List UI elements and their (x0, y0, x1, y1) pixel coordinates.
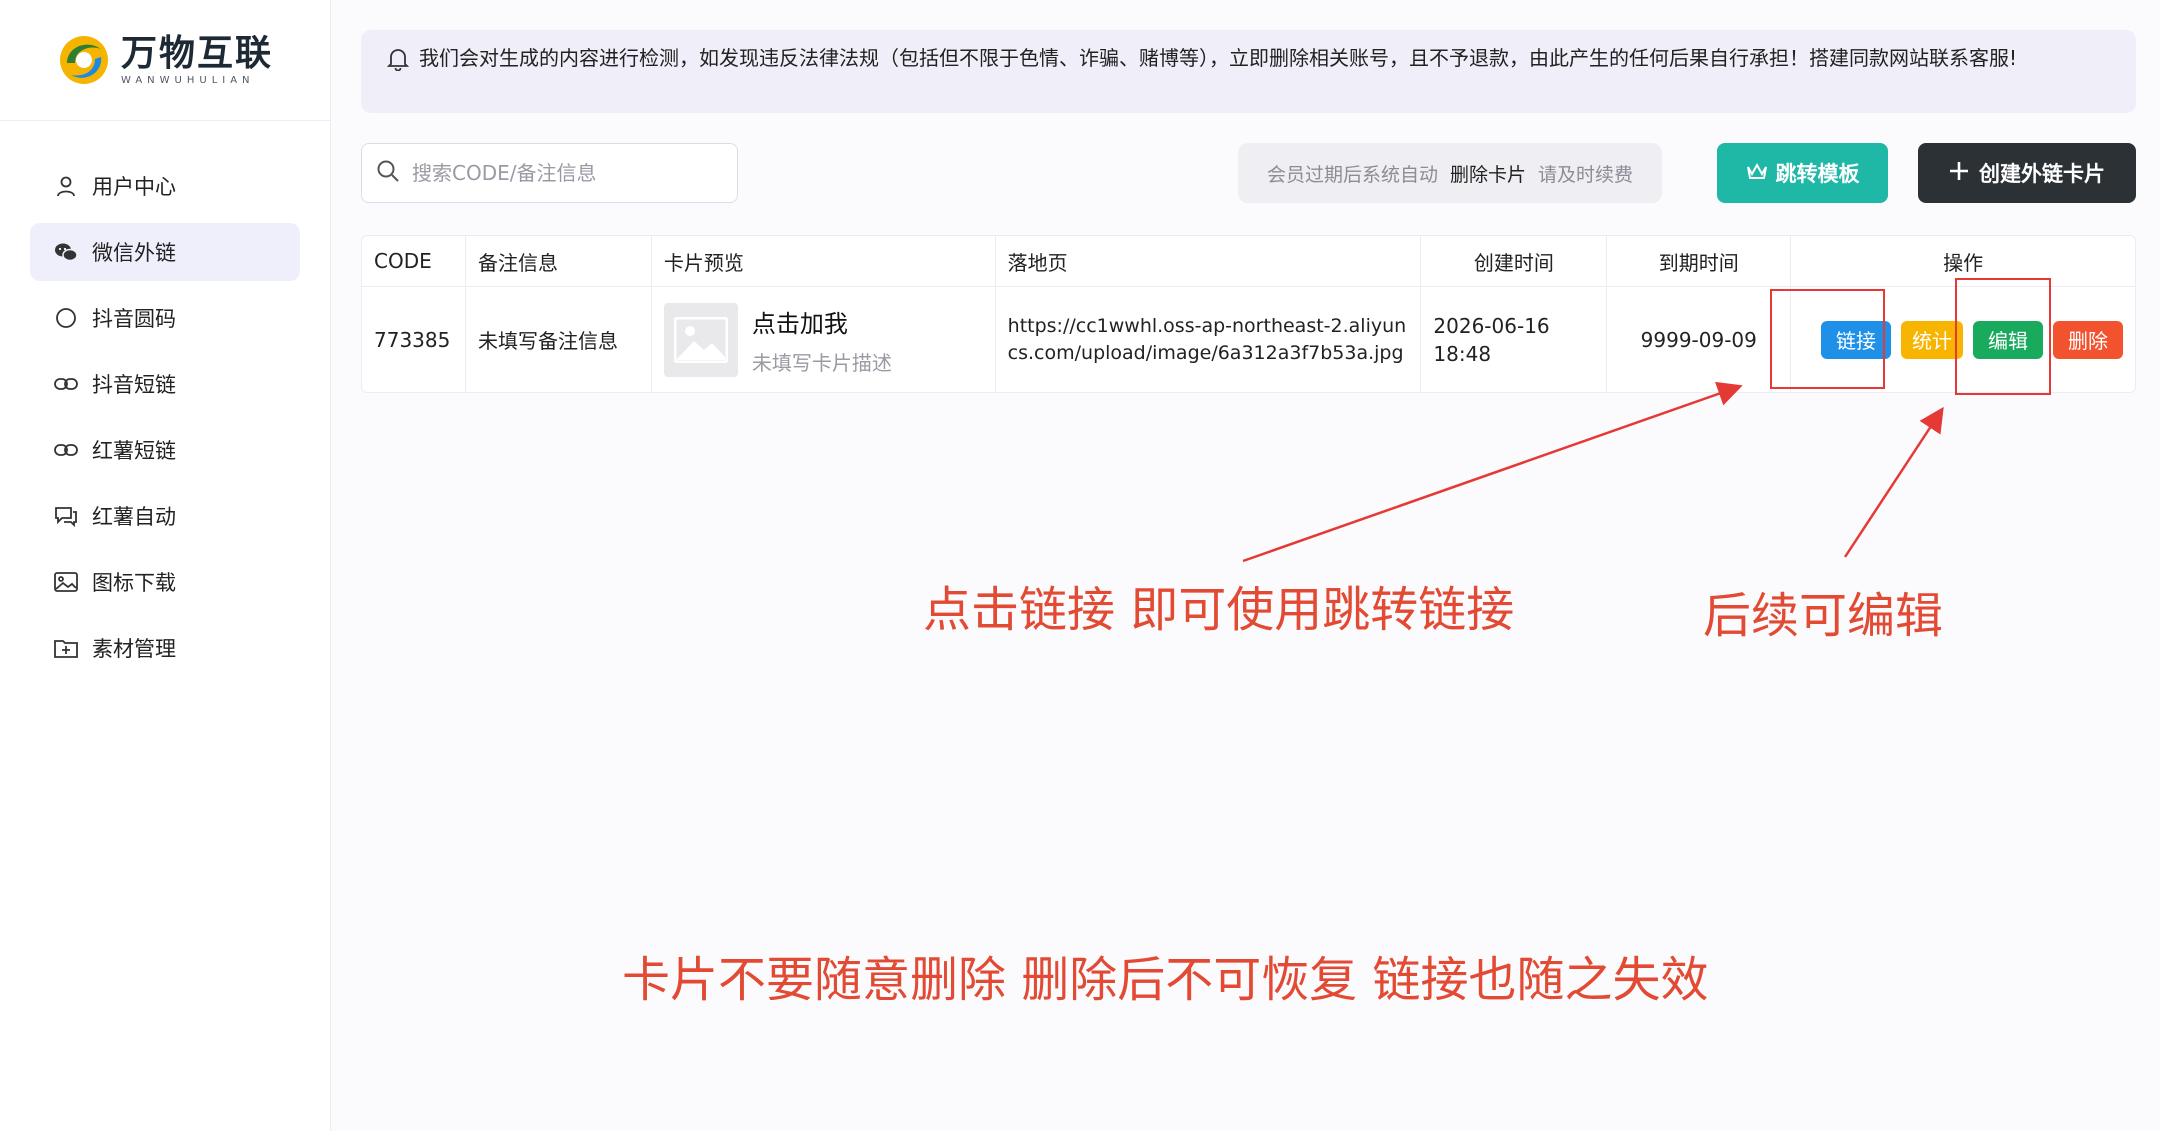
annotation-delete-warning: 卡片不要随意删除 删除后不可恢复 链接也随之失效 (622, 952, 1709, 1008)
annotation-edit-hint: 后续可编辑 (1703, 588, 1944, 644)
arrow-to-link-button (1242, 381, 1743, 563)
annotation-link-hint: 点击链接 即可使用跳转链接 (923, 582, 1515, 638)
arrow-to-edit-button (1843, 406, 1944, 558)
